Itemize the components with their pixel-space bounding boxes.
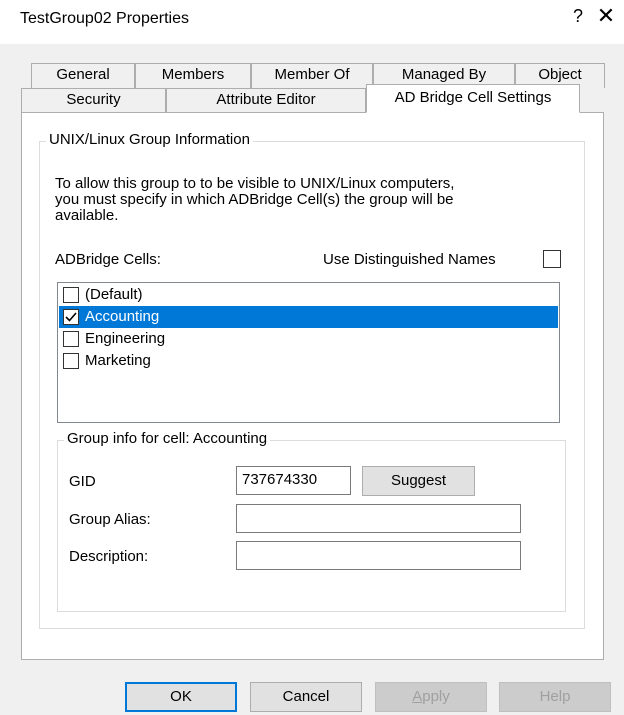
checkmark-icon (65, 312, 77, 322)
cell-checkbox[interactable] (63, 309, 79, 325)
tab-ad-bridge-cell-settings[interactable]: AD Bridge Cell Settings (366, 84, 580, 113)
description-label: Description: (69, 548, 149, 565)
cell-info-groupbox: Group info for cell: Accounting GID 7376… (57, 430, 566, 612)
cell-checkbox[interactable] (63, 331, 79, 347)
ok-button[interactable]: OK (125, 682, 237, 712)
cell-label: (Default) (85, 286, 143, 303)
unix-group-legend: UNIX/Linux Group Information (46, 131, 253, 148)
gid-input[interactable]: 737674330 (236, 466, 351, 495)
tab-general[interactable]: General (31, 63, 135, 88)
description-line: available. (55, 207, 119, 224)
adbridge-cells-listbox[interactable]: (Default) Accounting Engineering Marketi… (57, 282, 560, 423)
window-title: TestGroup02 Properties (20, 10, 189, 27)
cell-info-legend: Group info for cell: Accounting (64, 430, 271, 447)
cell-label: Accounting (85, 308, 160, 325)
description-input[interactable] (236, 541, 521, 570)
tab-security[interactable]: Security (21, 88, 166, 113)
tab-member-of[interactable]: Member Of (251, 63, 373, 88)
apply-label: Apply (412, 688, 450, 705)
use-distinguished-names-checkbox[interactable] (543, 250, 561, 268)
use-distinguished-names-label: Use Distinguished Names (323, 251, 496, 268)
close-icon[interactable]: ✕ (594, 3, 618, 29)
tab-attribute-editor[interactable]: Attribute Editor (166, 88, 366, 113)
adbridge-cells-label: ADBridge Cells: (55, 251, 161, 268)
list-item[interactable]: Accounting (59, 306, 558, 328)
apply-button[interactable]: Apply (375, 682, 487, 712)
cell-checkbox[interactable] (63, 353, 79, 369)
list-item[interactable]: Marketing (59, 350, 558, 372)
group-alias-input[interactable] (236, 504, 521, 533)
description-line: To allow this group to to be visible to … (55, 175, 455, 192)
list-item[interactable]: (Default) (59, 284, 558, 306)
unix-group-description: To allow this group to to be visible to … (55, 176, 575, 224)
unix-group-groupbox: UNIX/Linux Group Information To allow th… (39, 131, 585, 629)
title-bar: TestGroup02 Properties ? ✕ (0, 0, 624, 44)
gid-label: GID (69, 473, 96, 490)
cell-label: Marketing (85, 352, 151, 369)
help-button[interactable]: Help (499, 682, 611, 712)
cell-checkbox[interactable] (63, 287, 79, 303)
tab-page: UNIX/Linux Group Information To allow th… (21, 112, 604, 660)
group-alias-label: Group Alias: (69, 511, 151, 528)
suggest-button[interactable]: Suggest (362, 466, 475, 496)
tab-members[interactable]: Members (135, 63, 251, 88)
list-item[interactable]: Engineering (59, 328, 558, 350)
help-icon[interactable]: ? (566, 6, 590, 27)
description-line: you must specify in which ADBridge Cell(… (55, 191, 454, 208)
cancel-button[interactable]: Cancel (250, 682, 362, 712)
cell-label: Engineering (85, 330, 166, 347)
